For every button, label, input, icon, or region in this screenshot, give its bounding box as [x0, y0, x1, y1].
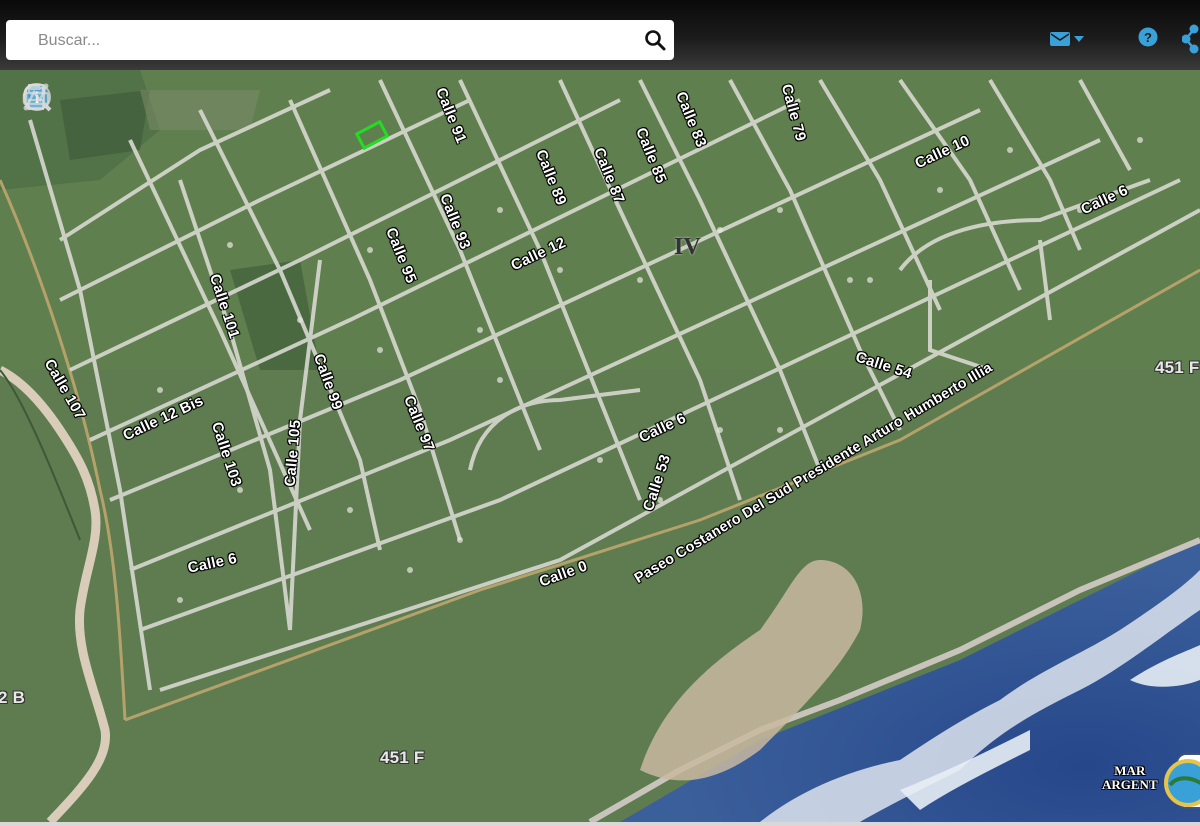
question-circle-icon[interactable]: ?	[1138, 27, 1158, 47]
search-icon[interactable]	[644, 29, 666, 51]
logo-text: MAR ARGENT	[1102, 763, 1158, 792]
search-input[interactable]	[36, 29, 630, 53]
zone-label: 451 F	[1155, 358, 1200, 377]
sector-label: IV	[674, 234, 701, 260]
top-toolbar: ?	[0, 0, 1200, 70]
zone-label: 2 B	[0, 688, 26, 707]
zone-label: 451 F	[380, 748, 425, 767]
svg-text:?: ?	[1144, 30, 1152, 45]
bottom-strip	[0, 822, 1200, 826]
envelope-icon[interactable]	[1050, 32, 1070, 46]
print-icon[interactable]	[22, 84, 60, 346]
map-tools: i	[22, 82, 62, 348]
info-icon[interactable]: i	[22, 83, 60, 232]
map-canvas[interactable]	[0, 70, 1200, 822]
caret-down-icon[interactable]	[1074, 36, 1084, 43]
satellite-map[interactable]: i Calle 91 Calle 79 Calle 83 Calle 85 Ca…	[0, 70, 1200, 822]
share-icon[interactable]	[1182, 24, 1200, 54]
measure-icon[interactable]	[22, 83, 60, 308]
layers-icon[interactable]	[22, 84, 60, 270]
zoom-out-icon[interactable]	[22, 83, 60, 194]
search-box[interactable]	[6, 20, 674, 60]
zoom-in-icon[interactable]	[22, 83, 60, 156]
